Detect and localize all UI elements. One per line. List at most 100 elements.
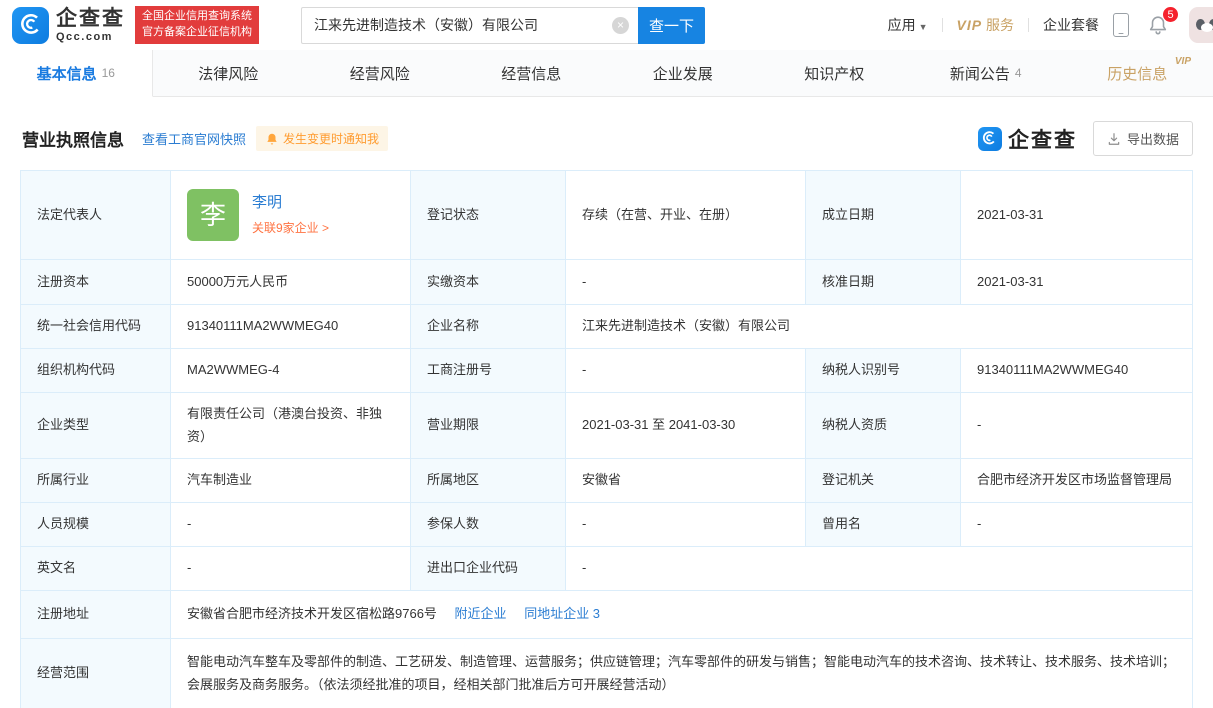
menu-enterprise-package[interactable]: 企业套餐: [1043, 15, 1099, 35]
field-label: 工商注册号: [411, 349, 566, 393]
field-value: -: [566, 260, 806, 305]
legal-rep-avatar[interactable]: 李: [187, 189, 239, 241]
field-label: 纳税人识别号: [806, 349, 961, 393]
qcc-logo[interactable]: 企查查 Qcc.com: [12, 7, 125, 44]
field-label: 登记状态: [411, 171, 566, 260]
mobile-app-icon[interactable]: [1113, 13, 1129, 37]
search-input[interactable]: [301, 7, 638, 44]
export-data-button[interactable]: 导出数据: [1093, 121, 1193, 156]
brand-name: 企查查: [56, 8, 125, 29]
field-value: 2021-03-31 至 2041-03-30: [566, 393, 806, 459]
tab-operation-risk[interactable]: 经营风险: [304, 50, 456, 96]
search-bar: × 查一下: [301, 7, 705, 44]
table-row: 所属行业 汽车制造业 所属地区 安徽省 登记机关 合肥市经济开发区市场监督管理局: [21, 459, 1193, 503]
qcc-watermark: 企查查: [978, 124, 1077, 154]
field-value: -: [171, 503, 411, 547]
table-row: 法定代表人 李 李明 关联9家企业 > 登记状态 存续（在营、开业、在册） 成立…: [21, 171, 1193, 260]
menu-apps[interactable]: 应用▼: [888, 15, 928, 35]
notification-badge: 5: [1162, 6, 1179, 23]
field-label: 企业类型: [21, 393, 171, 459]
license-section-bar: 营业执照信息 查看工商官网快照 发生变更时通知我 企查查 导出数据: [22, 121, 1193, 156]
cert-badge: 全国企业信用查询系统 官方备案企业征信机构: [135, 6, 259, 44]
field-value: 汽车制造业: [171, 459, 411, 503]
tab-operation-info[interactable]: 经营信息: [456, 50, 608, 96]
field-value: 50000万元人民币: [171, 260, 411, 305]
watermark-brand-text: 企查查: [1008, 124, 1077, 154]
divider: [1028, 18, 1029, 32]
field-value: 91340111MA2WWMEG40: [171, 305, 411, 349]
field-label: 实缴资本: [411, 260, 566, 305]
snapshot-link[interactable]: 查看工商官网快照: [142, 129, 246, 148]
nearby-companies-link[interactable]: 附近企业: [455, 606, 507, 621]
table-row: 企业类型 有限责任公司（港澳台投资、非独资） 营业期限 2021-03-31 至…: [21, 393, 1193, 459]
legal-rep-name-link[interactable]: 李明: [252, 192, 329, 215]
same-address-companies-link[interactable]: 同地址企业 3: [524, 606, 600, 621]
field-value: -: [961, 503, 1193, 547]
section-title: 营业执照信息: [22, 126, 124, 151]
company-nav-tabs: 基本信息16 法律风险 经营风险 经营信息 企业发展 知识产权 新闻公告4 历史…: [0, 50, 1213, 97]
field-value: -: [566, 547, 1193, 591]
table-row: 注册资本 50000万元人民币 实缴资本 - 核准日期 2021-03-31: [21, 260, 1193, 305]
field-label: 经营范围: [21, 639, 171, 708]
field-label: 纳税人资质: [806, 393, 961, 459]
field-value: 有限责任公司（港澳台投资、非独资）: [171, 393, 411, 459]
business-license-table: 法定代表人 李 李明 关联9家企业 > 登记状态 存续（在营、开业、在册） 成立…: [20, 170, 1193, 708]
table-row: 统一社会信用代码 91340111MA2WWMEG40 企业名称 江来先进制造技…: [21, 305, 1193, 349]
notification-bell[interactable]: 5: [1147, 14, 1169, 36]
download-icon: [1107, 132, 1121, 146]
field-label: 核准日期: [806, 260, 961, 305]
field-value: 存续（在营、开业、在册）: [566, 171, 806, 260]
user-avatar[interactable]: [1189, 7, 1213, 43]
cert-line2: 官方备案企业征信机构: [142, 25, 252, 41]
field-value: MA2WWMEG-4: [171, 349, 411, 393]
bell-icon: [265, 132, 279, 146]
field-value: 91340111MA2WWMEG40: [961, 349, 1193, 393]
tab-basic-info[interactable]: 基本信息16: [0, 50, 153, 97]
divider: [942, 18, 943, 32]
field-value: 安徽省合肥市经济技术开发区宿松路9766号: [187, 606, 437, 621]
cert-line1: 全国企业信用查询系统: [142, 9, 252, 25]
field-label: 统一社会信用代码: [21, 305, 171, 349]
field-label: 营业期限: [411, 393, 566, 459]
table-row: 经营范围 智能电动汽车整车及零部件的制造、工艺研发、制造管理、运营服务；供应链管…: [21, 639, 1193, 708]
field-value: 江来先进制造技术（安徽）有限公司: [566, 305, 1193, 349]
change-notify-button[interactable]: 发生变更时通知我: [256, 126, 388, 151]
tab-intellectual-property[interactable]: 知识产权: [759, 50, 911, 96]
field-label: 法定代表人: [21, 171, 171, 260]
related-companies-link[interactable]: 关联9家企业 >: [252, 218, 329, 238]
field-value: 智能电动汽车整车及零部件的制造、工艺研发、制造管理、运营服务；供应链管理；汽车零…: [171, 639, 1193, 708]
header-menu: 应用▼ VIP 服务 企业套餐 5: [888, 7, 1213, 43]
qcc-logo-icon: [978, 127, 1002, 151]
qcc-logo-icon: [12, 7, 49, 44]
clear-icon[interactable]: ×: [612, 17, 629, 34]
field-value: -: [566, 503, 806, 547]
field-label: 组织机构代码: [21, 349, 171, 393]
field-value: 2021-03-31: [961, 171, 1193, 260]
tab-legal-risk[interactable]: 法律风险: [153, 50, 305, 96]
qcc-logo-glyph: [18, 12, 44, 38]
tab-company-development[interactable]: 企业发展: [607, 50, 759, 96]
field-value: -: [171, 547, 411, 591]
field-value: 合肥市经济开发区市场监督管理局: [961, 459, 1193, 503]
registered-address-cell: 安徽省合肥市经济技术开发区宿松路9766号 附近企业 同地址企业 3: [171, 591, 1193, 639]
field-value: 2021-03-31: [961, 260, 1193, 305]
field-label: 人员规模: [21, 503, 171, 547]
tab-news-announcements[interactable]: 新闻公告4: [910, 50, 1062, 96]
table-row: 组织机构代码 MA2WWMEG-4 工商注册号 - 纳税人识别号 9134011…: [21, 349, 1193, 393]
field-label: 曾用名: [806, 503, 961, 547]
menu-vip-service[interactable]: VIP 服务: [957, 15, 1014, 35]
brand-domain: Qcc.com: [56, 32, 125, 43]
field-label: 参保人数: [411, 503, 566, 547]
table-row: 英文名 - 进出口企业代码 -: [21, 547, 1193, 591]
field-label: 所属地区: [411, 459, 566, 503]
tab-history-info[interactable]: 历史信息 VIP: [1062, 50, 1213, 96]
field-label: 注册地址: [21, 591, 171, 639]
vip-badge: VIP: [1175, 56, 1191, 67]
field-value: 安徽省: [566, 459, 806, 503]
table-row: 人员规模 - 参保人数 - 曾用名 -: [21, 503, 1193, 547]
search-button[interactable]: 查一下: [638, 7, 705, 44]
qcc-brand-text: 企查查 Qcc.com: [56, 8, 125, 43]
table-row: 注册地址 安徽省合肥市经济技术开发区宿松路9766号 附近企业 同地址企业 3: [21, 591, 1193, 639]
field-label: 企业名称: [411, 305, 566, 349]
field-label: 注册资本: [21, 260, 171, 305]
